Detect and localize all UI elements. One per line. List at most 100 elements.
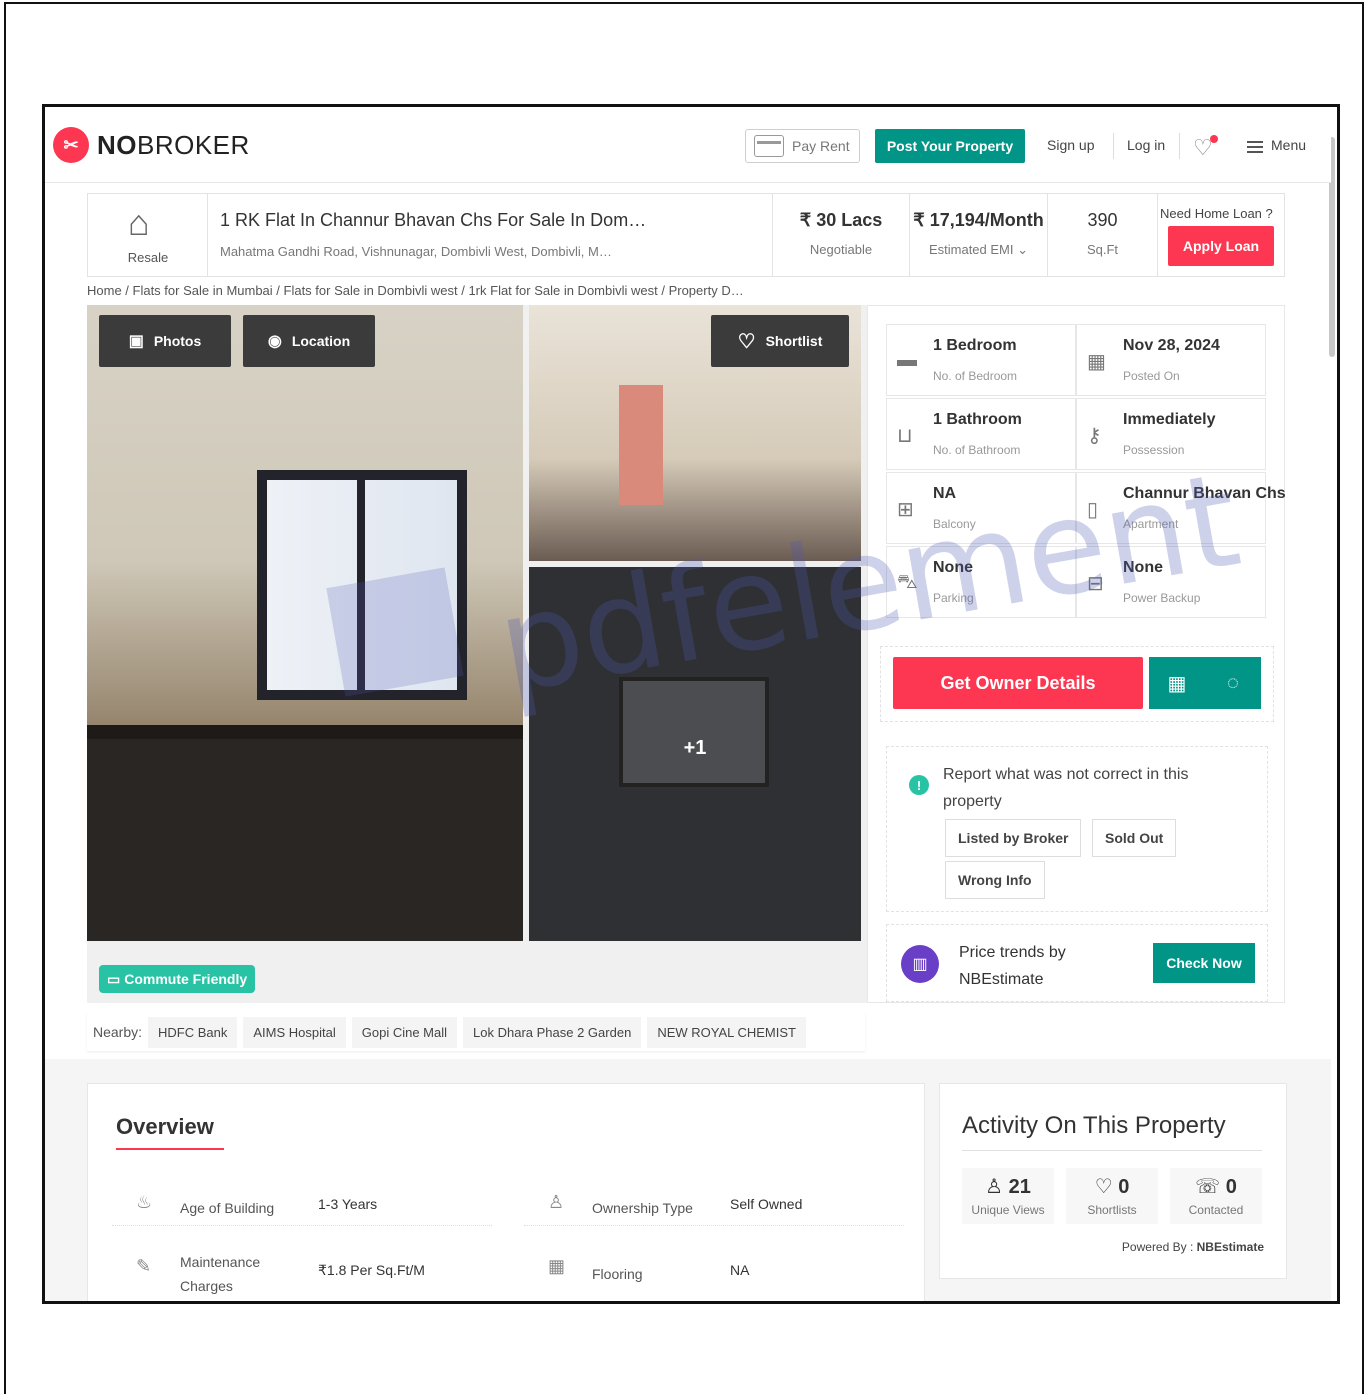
report-box: ! Report what was not correct in this pr… (886, 746, 1268, 912)
contact-owner-box: Get Owner Details ▦ ◌ (880, 646, 1274, 722)
browser-viewport: ✂ NOBROKER Pay Rent Post Your Property S… (42, 104, 1340, 1304)
chevron-down-icon: ⌄ (1017, 242, 1029, 257)
battery-icon: ⊟ (1087, 573, 1104, 595)
resale-label: Resale (127, 250, 169, 265)
property-address: Mahatma Gandhi Road, Vishnunagar, Dombiv… (220, 244, 612, 259)
wrong-info-chip[interactable]: Wrong Info (945, 861, 1045, 899)
listed-by-broker-chip[interactable]: Listed by Broker (945, 819, 1082, 857)
commute-friendly-badge[interactable]: ▭ Commute Friendly (99, 965, 256, 993)
detail-posted-on: ▦ Nov 28, 2024 Posted On (1076, 324, 1266, 396)
nearby-item[interactable]: HDFC Bank (148, 1016, 238, 1048)
property-title: 1 RK Flat In Channur Bhavan Chs For Sale… (220, 210, 647, 230)
calendar-icon: ▦ (1087, 351, 1106, 373)
credit-card-icon (754, 135, 784, 157)
calendar-icon: ▦ (1167, 672, 1187, 695)
property-details-panel: ▬ 1 Bedroom No. of Bedroom ▦ Nov 28, 2024… (867, 305, 1286, 1003)
property-summary-bar: ⌂ Resale 1 RK Flat In Channur Bhavan Chs… (87, 193, 1285, 277)
activity-card: Activity On This Property ♙ 21 Unique Vi… (939, 1083, 1287, 1279)
overview-row: ▦ Flooring NA (548, 1256, 750, 1282)
divider (1113, 133, 1114, 159)
bed-icon: ▬ (897, 349, 917, 371)
pay-rent-button[interactable]: Pay Rent (745, 129, 860, 163)
overview-row: ♙ Ownership Type Self Owned (524, 1180, 904, 1226)
overview-title: Overview (116, 1114, 214, 1139)
nearby-item[interactable]: Lok Dhara Phase 2 Garden (463, 1016, 642, 1048)
overview-row: ♨ Age of Building 1-3 Years (112, 1180, 492, 1226)
heart-outline-icon: ♡ (737, 330, 756, 353)
overview-card: Overview ♨ Age of Building 1-3 Years ♙ O… (87, 1083, 925, 1301)
photo-counter (87, 725, 523, 941)
photo-more-thumbnail[interactable]: +1 (529, 567, 861, 941)
post-property-button[interactable]: Post Your Property (875, 129, 1025, 163)
overview-row: ✎ Maintenance Charges ₹1.8 Per Sq.Ft/M (136, 1254, 425, 1294)
menu-link[interactable]: Menu (1271, 137, 1306, 153)
home-loan-question: Need Home Loan ? (1160, 206, 1273, 221)
area-cell: 390 Sq.Ft (1048, 194, 1158, 276)
divider (1179, 133, 1180, 159)
activity-title: Activity On This Property (962, 1112, 1226, 1139)
overview-underline (116, 1148, 224, 1150)
sign-up-link[interactable]: Sign up (1047, 137, 1094, 153)
logo-text: NOBROKER (97, 129, 250, 160)
check-now-button[interactable]: Check Now (1153, 943, 1255, 983)
detail-apartment: ▯ Channur Bhavan Chs Apartment (1076, 472, 1286, 544)
shortlist-button[interactable]: ♡ Shortlist (711, 315, 849, 367)
lower-section: Overview ♨ Age of Building 1-3 Years ♙ O… (45, 1059, 1331, 1301)
tools-icon: ✎ (136, 1256, 152, 1276)
price-trend-box: ▥ Price trends by NBEstimate Check Now (886, 924, 1268, 1002)
location-button[interactable]: ◉ Location (243, 315, 375, 367)
schedule-visit-button[interactable]: ▦ (1149, 657, 1205, 709)
price-value: ₹ 30 Lacs (799, 210, 883, 230)
bathtub-icon: ⊔ (897, 425, 913, 447)
resale-cell: ⌂ Resale (88, 194, 208, 276)
tiles-icon: ▦ (548, 1256, 566, 1276)
price-cell: ₹ 30 Lacs Negotiable (772, 194, 910, 276)
hamburger-icon[interactable] (1247, 141, 1263, 156)
nearby-item[interactable]: AIMS Hospital (243, 1016, 346, 1048)
page-border: ✂ NOBROKER Pay Rent Post Your Property S… (4, 2, 1364, 1394)
nearby-bar: Nearby: HDFC Bank AIMS Hospital Gopi Cin… (87, 1013, 865, 1051)
nearby-label: Nearby: (93, 1024, 143, 1040)
compass-icon: ◉ (267, 333, 282, 350)
area-value: 390 (1087, 210, 1118, 230)
log-in-link[interactable]: Log in (1127, 137, 1165, 153)
apply-loan-button[interactable]: Apply Loan (1168, 226, 1274, 266)
nearby-item[interactable]: NEW ROYAL CHEMIST (647, 1016, 806, 1048)
main-photo[interactable] (87, 305, 523, 941)
balcony-icon: ⊞ (897, 499, 914, 521)
camera-icon: ▣ (128, 333, 144, 350)
sold-out-chip[interactable]: Sold Out (1092, 819, 1177, 857)
price-trend-text: Price trends by NBEstimate (959, 944, 1066, 988)
get-owner-details-button[interactable]: Get Owner Details (893, 657, 1143, 709)
chat-icon: ◌ (1227, 671, 1239, 694)
more-photos-count: +1 (683, 737, 707, 759)
emi-cell[interactable]: ₹ 17,194/Month Estimated EMI ⌄ (910, 194, 1048, 276)
detail-possession: ⚷ Immediately Possession (1076, 398, 1266, 470)
chat-button[interactable]: ◌ (1205, 657, 1261, 709)
detail-power-backup: ⊟ None Power Backup (1076, 546, 1266, 618)
unique-views-stat: ♙ 21 Unique Views (962, 1168, 1054, 1224)
nearby-item[interactable]: Gopi Cine Mall (351, 1016, 458, 1048)
building-icon: ▯ (1087, 499, 1099, 521)
house-rupee-icon: ⌂ (128, 202, 150, 243)
bus-icon: ▭ (107, 970, 121, 987)
nobroker-logo[interactable]: ✂ NOBROKER (53, 127, 250, 163)
cake-icon: ♨ (136, 1192, 153, 1212)
notification-dot (1210, 135, 1218, 143)
phone-icon: ☏ (1195, 1176, 1221, 1198)
key-icon: ⚷ (1087, 425, 1102, 447)
chart-icon: ▥ (901, 945, 939, 983)
contacted-stat: ☏ 0 Contacted (1170, 1168, 1262, 1224)
photo-door (619, 385, 663, 505)
person-key-icon: ♙ (548, 1192, 565, 1212)
detail-bathroom: ⊔ 1 Bathroom No. of Bathroom (886, 398, 1076, 470)
divider (962, 1150, 1262, 1151)
report-text: Report what was not correct in this prop… (943, 766, 1189, 810)
pay-rent-label: Pay Rent (792, 138, 850, 154)
user-icon: ♙ (985, 1176, 1004, 1198)
breadcrumb[interactable]: Home / Flats for Sale in Mumbai / Flats … (87, 283, 744, 298)
shortlists-stat: ♡ 0 Shortlists (1066, 1168, 1158, 1224)
photos-button[interactable]: ▣ Photos (99, 315, 231, 367)
powered-by: Powered By : NBEstimate (1121, 1240, 1264, 1254)
heart-outline-icon: ♡ (1094, 1176, 1113, 1198)
